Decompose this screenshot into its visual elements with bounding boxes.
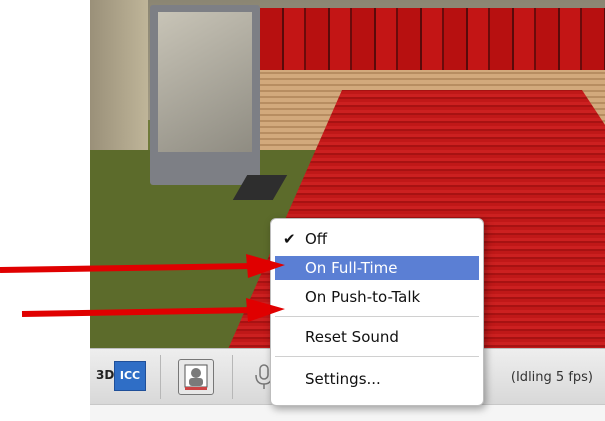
- menu-item-label: On Full-Time: [305, 259, 398, 277]
- left-wall: [90, 0, 148, 150]
- menu-item-label: Settings...: [305, 370, 381, 388]
- logo-icc-text: ICC: [114, 361, 146, 391]
- fps-status: (Idling 5 fps): [510, 370, 593, 385]
- toolbar-divider: [232, 355, 233, 399]
- annotation-arrows: [0, 254, 285, 322]
- menu-separator: [275, 316, 479, 317]
- status-strip: [90, 404, 605, 421]
- 3dicc-logo-icon[interactable]: 3D ICC: [96, 361, 146, 391]
- menu-item-label: Reset Sound: [305, 328, 399, 346]
- menu-item-label: Off: [305, 230, 328, 248]
- sound-menu: ✔ Off On Full-Time On Push-to-Talk Reset…: [270, 218, 484, 406]
- toolbar-divider: [160, 355, 161, 399]
- left-margin: [0, 0, 90, 420]
- menu-item-settings[interactable]: Settings...: [275, 367, 479, 391]
- auditorium-seats: [260, 8, 605, 78]
- kiosk-glass-panel: [158, 12, 252, 152]
- menu-separator: [275, 356, 479, 357]
- menu-item-on-full-time[interactable]: On Full-Time: [275, 256, 479, 280]
- arrow-right-icon: [0, 254, 285, 278]
- menu-item-reset-sound[interactable]: Reset Sound: [275, 325, 479, 349]
- logo-3d-text: 3D: [96, 368, 115, 382]
- avatar-button[interactable]: [178, 359, 214, 395]
- arrow-right-icon: [21, 298, 285, 322]
- menu-item-label: On Push-to-Talk: [305, 288, 421, 306]
- menu-item-off[interactable]: ✔ Off: [275, 227, 479, 251]
- menu-item-on-push-to-talk[interactable]: On Push-to-Talk: [275, 285, 479, 309]
- avatar-icon: [184, 364, 208, 390]
